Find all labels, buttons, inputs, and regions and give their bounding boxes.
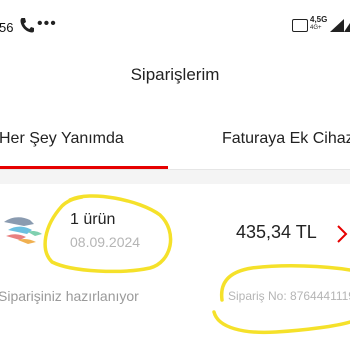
section-gap bbox=[0, 170, 350, 184]
order-status: Siparişiniz hazırlanıyor bbox=[0, 288, 139, 304]
phone-icon bbox=[20, 18, 34, 33]
order-price: 435,34 TL bbox=[236, 222, 317, 242]
page-header: Siparişlerim bbox=[0, 44, 350, 106]
order-date: 08.09.2024 bbox=[70, 234, 141, 250]
item-count: 1 ürün bbox=[70, 211, 116, 228]
order-number: Sipariş No: 87644411197 bbox=[228, 289, 350, 303]
network-type: 4,5G bbox=[310, 15, 328, 24]
tab-her-sey-yanimda[interactable]: Her Şey Yanımda bbox=[0, 130, 124, 148]
status-bar: 56 ••• 4,5G 4G+ bbox=[0, 0, 350, 44]
order-card[interactable]: 1 ürün 08.09.2024 435,34 TL Siparişiniz … bbox=[0, 184, 350, 350]
product-thumbnail bbox=[4, 217, 42, 244]
signal-icon bbox=[330, 19, 344, 32]
signal-icon-2 bbox=[344, 23, 350, 32]
tab-bar: Her Şey Yanımda Faturaya Ek Cihazl bbox=[0, 106, 350, 170]
status-time: 56 bbox=[0, 20, 14, 35]
network-subtype: 4G+ bbox=[310, 25, 322, 31]
volte-icon bbox=[292, 19, 308, 32]
chevron-right-icon[interactable] bbox=[336, 224, 348, 244]
more-dots-icon: ••• bbox=[37, 15, 57, 32]
tab-faturaya-ek-cihaz[interactable]: Faturaya Ek Cihazl bbox=[222, 130, 350, 148]
page-title: Siparişlerim bbox=[130, 65, 220, 84]
